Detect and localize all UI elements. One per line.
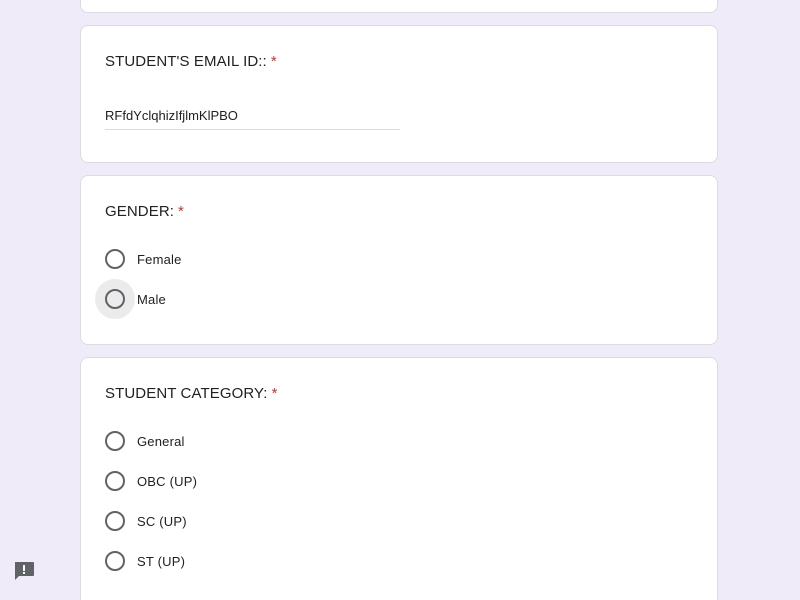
gender-option-label: Male [137,291,166,307]
gender-option-label: Female [137,251,182,267]
category-option-st[interactable]: ST (UP) [95,541,185,581]
radio-button-container[interactable] [95,421,135,461]
radio-button[interactable] [105,511,125,531]
radio-button[interactable] [105,471,125,491]
radio-button-container[interactable] [95,501,135,541]
radio-button[interactable] [105,551,125,571]
gender-option-male[interactable]: Male [95,279,166,319]
category-option-label: General [137,433,185,449]
email-question-card: STUDENT'S EMAIL ID:: * RFfdYclqhizIfjlmKl… [80,25,718,163]
category-question-label: STUDENT CATEGORY: [105,385,268,402]
radio-button-container[interactable] [95,239,135,279]
report-feedback-icon[interactable] [13,561,35,581]
category-option-obc[interactable]: OBC (UP) [95,461,197,501]
category-question-card: STUDENT CATEGORY: * General OBC (UP) SC (… [80,357,718,600]
form-page: STUDENT'S EMAIL ID:: * RFfdYclqhizIfjlmKl… [0,0,800,600]
feedback-icon-svg [15,562,34,580]
gender-question-label: GENDER: [105,203,175,220]
category-question-title: STUDENT CATEGORY: * [105,385,278,402]
gender-question-title: GENDER: * [105,203,184,220]
category-option-sc[interactable]: SC (UP) [95,501,187,541]
required-asterisk: * [178,203,184,220]
radio-button[interactable] [105,431,125,451]
radio-button-container[interactable] [95,461,135,501]
radio-button-container[interactable] [95,541,135,581]
category-option-general[interactable]: General [95,421,185,461]
previous-question-card [80,0,718,13]
radio-button[interactable] [105,289,125,309]
gender-question-card: GENDER: * Female Male [80,175,718,345]
email-question-title: STUDENT'S EMAIL ID:: * [105,53,277,70]
gender-option-female[interactable]: Female [95,239,182,279]
radio-button[interactable] [105,249,125,269]
required-asterisk: * [271,385,278,402]
email-question-label: STUDENT'S EMAIL ID:: [105,53,267,70]
email-answer-input[interactable]: RFfdYclqhizIfjlmKlPBO [105,106,400,130]
category-option-label: ST (UP) [137,553,186,569]
category-option-label: SC (UP) [137,513,187,529]
category-option-label: OBC (UP) [137,473,198,489]
radio-button-container[interactable] [95,279,135,319]
required-asterisk: * [270,53,277,70]
